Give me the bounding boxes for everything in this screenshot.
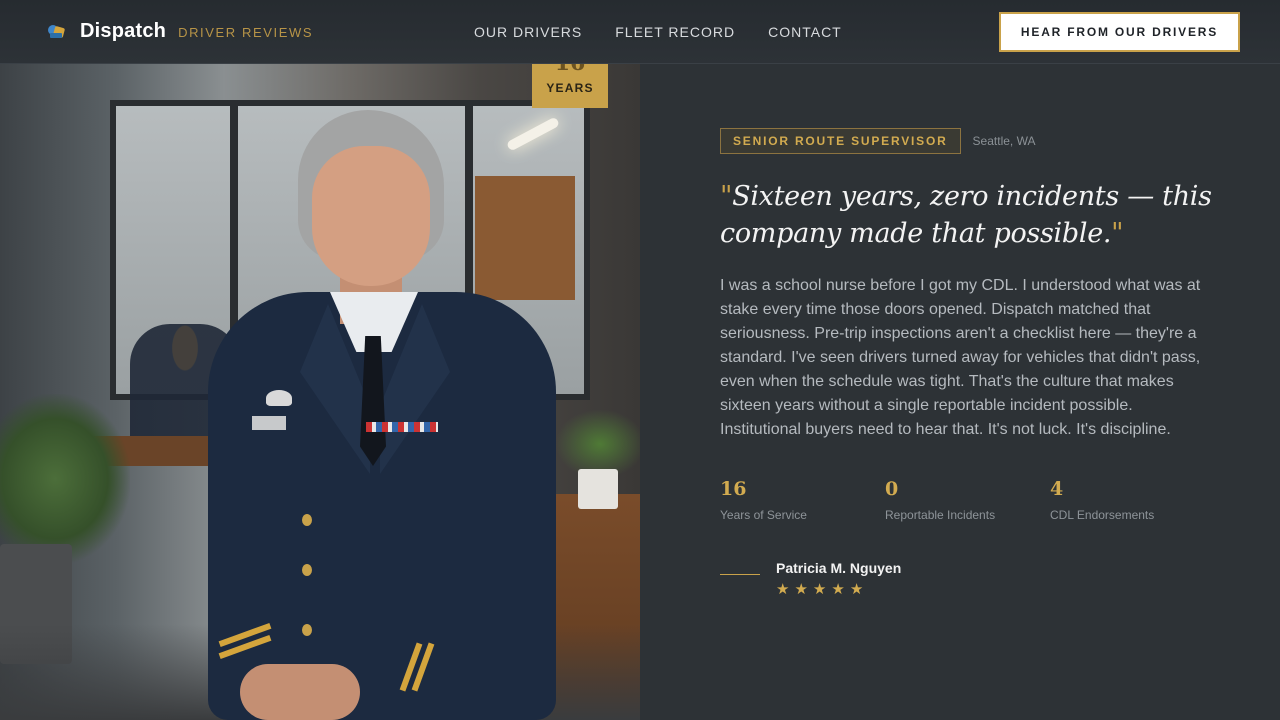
author-divider <box>720 574 760 575</box>
brand[interactable]: Dispatch DRIVER REVIEWS <box>46 20 313 43</box>
driver-portrait <box>200 104 570 720</box>
years-badge: 16 YEARS <box>532 64 608 108</box>
star-rating: ★ ★ ★ ★ ★ <box>776 580 901 598</box>
stat-value: 4 <box>1050 478 1064 500</box>
quote-open-mark: " <box>720 181 733 212</box>
star-icon: ★ <box>849 581 864 598</box>
quote-close-mark: " <box>1111 218 1124 249</box>
stat-label: CDL Endorsements <box>1050 508 1155 522</box>
star-icon: ★ <box>812 581 827 598</box>
stat-label: Years of Service <box>720 508 807 522</box>
author-name: Patricia M. Nguyen <box>776 560 902 576</box>
star-icon: ★ <box>794 581 808 598</box>
quote-text: Sixteen years, zero incidents — this com… <box>720 181 1212 249</box>
stat-cdl-endorsements: 4 CDL Endorsements <box>1050 478 1215 522</box>
brand-name: Dispatch <box>80 20 167 42</box>
years-badge-label: YEARS <box>546 81 594 95</box>
stat-value: 16 <box>720 478 747 500</box>
nav-link-our-drivers[interactable]: OUR DRIVERS <box>474 24 582 40</box>
star-icon: ★ <box>831 581 845 598</box>
dispatch-logo-icon <box>46 21 68 43</box>
testimonial-panel: SENIOR ROUTE SUPERVISOR Seattle, WA "Six… <box>640 64 1280 720</box>
role-row: SENIOR ROUTE SUPERVISOR Seattle, WA <box>720 128 1035 154</box>
hear-from-drivers-button[interactable]: HEAR FROM OUR DRIVERS <box>999 12 1240 52</box>
nav-link-fleet-record[interactable]: FLEET RECORD <box>615 24 735 40</box>
driver-photo <box>0 64 640 720</box>
stats-row: 16 Years of Service 0 Reportable Inciden… <box>720 478 1215 522</box>
site-header: Dispatch DRIVER REVIEWS OUR DRIVERS FLEE… <box>0 0 1280 64</box>
role-badge: SENIOR ROUTE SUPERVISOR <box>720 128 961 154</box>
stat-value: 0 <box>885 478 899 500</box>
testimonial-body: I was a school nurse before I got my CDL… <box>720 277 1201 438</box>
location-text: Seattle, WA <box>972 134 1036 148</box>
author-block: Patricia M. Nguyen ★ ★ ★ ★ ★ <box>720 560 901 598</box>
stat-reportable-incidents: 0 Reportable Incidents <box>885 478 1050 522</box>
brand-tagline: DRIVER REVIEWS <box>178 25 314 40</box>
main-nav: OUR DRIVERS FLEET RECORD CONTACT <box>474 24 875 40</box>
stat-years-of-service: 16 Years of Service <box>720 478 885 522</box>
testimonial-quote: "Sixteen years, zero incidents — this co… <box>720 178 1220 252</box>
star-icon: ★ <box>776 581 790 598</box>
stat-label: Reportable Incidents <box>885 508 996 522</box>
years-badge-number: 16 <box>532 64 608 76</box>
nav-link-contact[interactable]: CONTACT <box>768 24 842 40</box>
